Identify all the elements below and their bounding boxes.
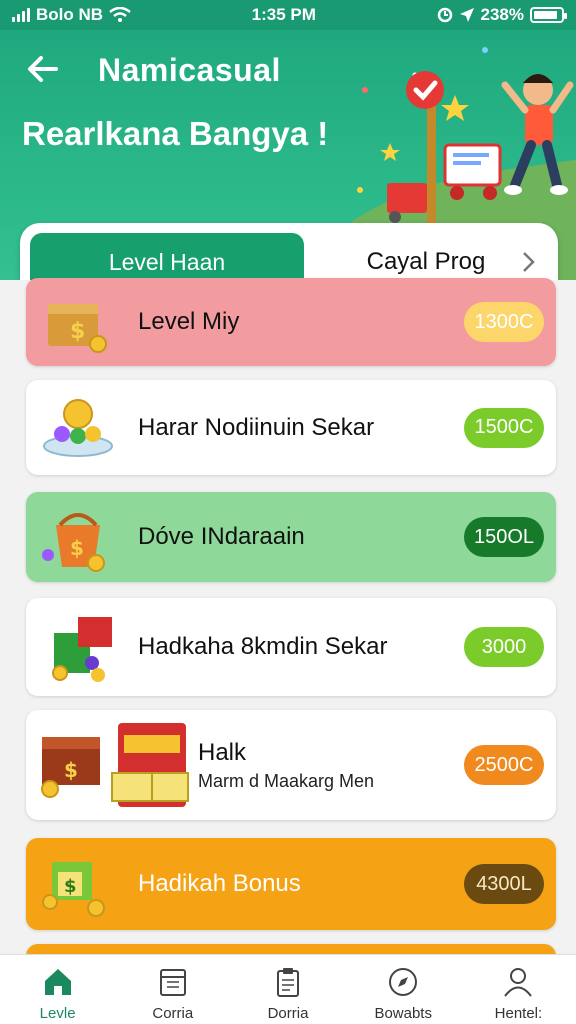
nav-dorria[interactable]: Dorria bbox=[230, 955, 345, 1024]
reward-title: Dóve INdaraain bbox=[138, 523, 305, 550]
alarm-icon bbox=[437, 7, 452, 23]
clipboard-icon bbox=[277, 968, 299, 997]
reward-subtitle: Marm d Maakarg Men bbox=[198, 770, 375, 791]
nav-label: Hentel: bbox=[494, 1005, 543, 1022]
reward-card[interactable]: $ Hadikah Bonus 4300L bbox=[26, 838, 556, 930]
battery-percent: 238% bbox=[480, 5, 524, 24]
profile-icon bbox=[504, 968, 533, 997]
reward-title: Level Miy bbox=[138, 308, 240, 335]
carrier-label: Bolo NB bbox=[36, 5, 104, 24]
tab-progress[interactable]: Cayal Prog bbox=[304, 233, 548, 280]
reward-value-badge[interactable]: 1500C bbox=[464, 407, 544, 448]
home-icon bbox=[44, 969, 71, 995]
gift-box-icon bbox=[38, 607, 138, 687]
back-arrow-icon[interactable] bbox=[26, 52, 62, 88]
battery-icon bbox=[530, 7, 567, 23]
treasure-chest-icon: $ bbox=[38, 282, 138, 362]
header-banner: Namicasual Rearlkana Bangya ! Level Haan… bbox=[0, 30, 576, 280]
reward-value-badge[interactable]: 2500C bbox=[464, 745, 544, 785]
status-bar: Bolo NB 1:35 PM 238% bbox=[0, 0, 576, 30]
tab-label: Cayal Prog bbox=[366, 248, 486, 275]
headline: Rearlkana Bangya ! bbox=[22, 115, 329, 152]
nav-hentel[interactable]: Hentel: bbox=[461, 955, 576, 1024]
nav-label: Levle bbox=[39, 1005, 76, 1022]
svg-text:$: $ bbox=[70, 536, 84, 560]
chevron-right-icon bbox=[522, 249, 536, 280]
cash-box-icon: $ bbox=[38, 844, 138, 924]
status-time: 1:35 PM bbox=[251, 5, 316, 24]
svg-text:$: $ bbox=[64, 758, 78, 782]
reward-card[interactable]: $ Halk Marm d Maakarg Men 2500C bbox=[26, 710, 556, 820]
nav-label: Bowabts bbox=[374, 1005, 432, 1022]
reward-value-badge[interactable]: 3000 bbox=[464, 627, 544, 667]
reward-value: 1300C bbox=[474, 310, 534, 333]
page-title: Namicasual bbox=[98, 52, 281, 88]
reward-card[interactable]: $ Level Miy 1300C bbox=[26, 278, 556, 366]
nav-levle[interactable]: Levle bbox=[0, 955, 115, 1024]
coin-bowl-icon bbox=[38, 388, 138, 468]
tab-bar: Level Haan Cayal Prog bbox=[20, 223, 558, 280]
location-icon bbox=[459, 8, 474, 22]
nav-label: Dorria bbox=[267, 1005, 309, 1022]
reward-value: 150OL bbox=[473, 525, 535, 548]
reward-value: 4300L bbox=[476, 872, 532, 895]
reward-value: 1500C bbox=[474, 416, 534, 438]
prize-ticket-icon: $ bbox=[38, 715, 198, 815]
bottom-nav: Levle Corria Dorria Bowabts Hentel: bbox=[0, 954, 576, 1024]
nav-corria[interactable]: Corria bbox=[115, 955, 230, 1024]
celebration-illustration bbox=[357, 47, 574, 225]
reward-title: Halk bbox=[198, 738, 247, 766]
tab-level[interactable]: Level Haan bbox=[30, 233, 304, 280]
calendar-icon bbox=[159, 969, 186, 996]
reward-value: 2500C bbox=[474, 753, 534, 776]
coin-bucket-icon: $ bbox=[38, 497, 138, 577]
svg-text:$: $ bbox=[70, 319, 85, 344]
nav-label: Corria bbox=[152, 1005, 194, 1022]
reward-title: Harar Nodiinuin Sekar bbox=[138, 413, 375, 441]
reward-value-badge[interactable]: 4300L bbox=[464, 864, 544, 904]
reward-card[interactable]: Harar Nodiinuin Sekar 1500C bbox=[26, 380, 556, 475]
nav-bowabts[interactable]: Bowabts bbox=[346, 955, 461, 1024]
reward-value: 3000 bbox=[481, 635, 527, 658]
reward-value-badge[interactable]: 1300C bbox=[464, 302, 544, 342]
reward-value-badge[interactable]: 150OL bbox=[464, 517, 544, 557]
signal-icon bbox=[12, 8, 30, 22]
reward-title: Hadkaha 8kmdin Sekar bbox=[138, 633, 388, 660]
reward-card[interactable]: $ Dóve INdaraain 150OL bbox=[26, 492, 556, 582]
svg-text:$: $ bbox=[64, 876, 77, 897]
reward-title: Hadikah Bonus bbox=[138, 870, 301, 897]
reward-card[interactable]: Hadkaha 8kmdin Sekar 3000 bbox=[26, 598, 556, 696]
tab-label: Level Haan bbox=[108, 248, 226, 275]
compass-icon bbox=[389, 968, 418, 996]
wifi-icon bbox=[109, 7, 131, 22]
